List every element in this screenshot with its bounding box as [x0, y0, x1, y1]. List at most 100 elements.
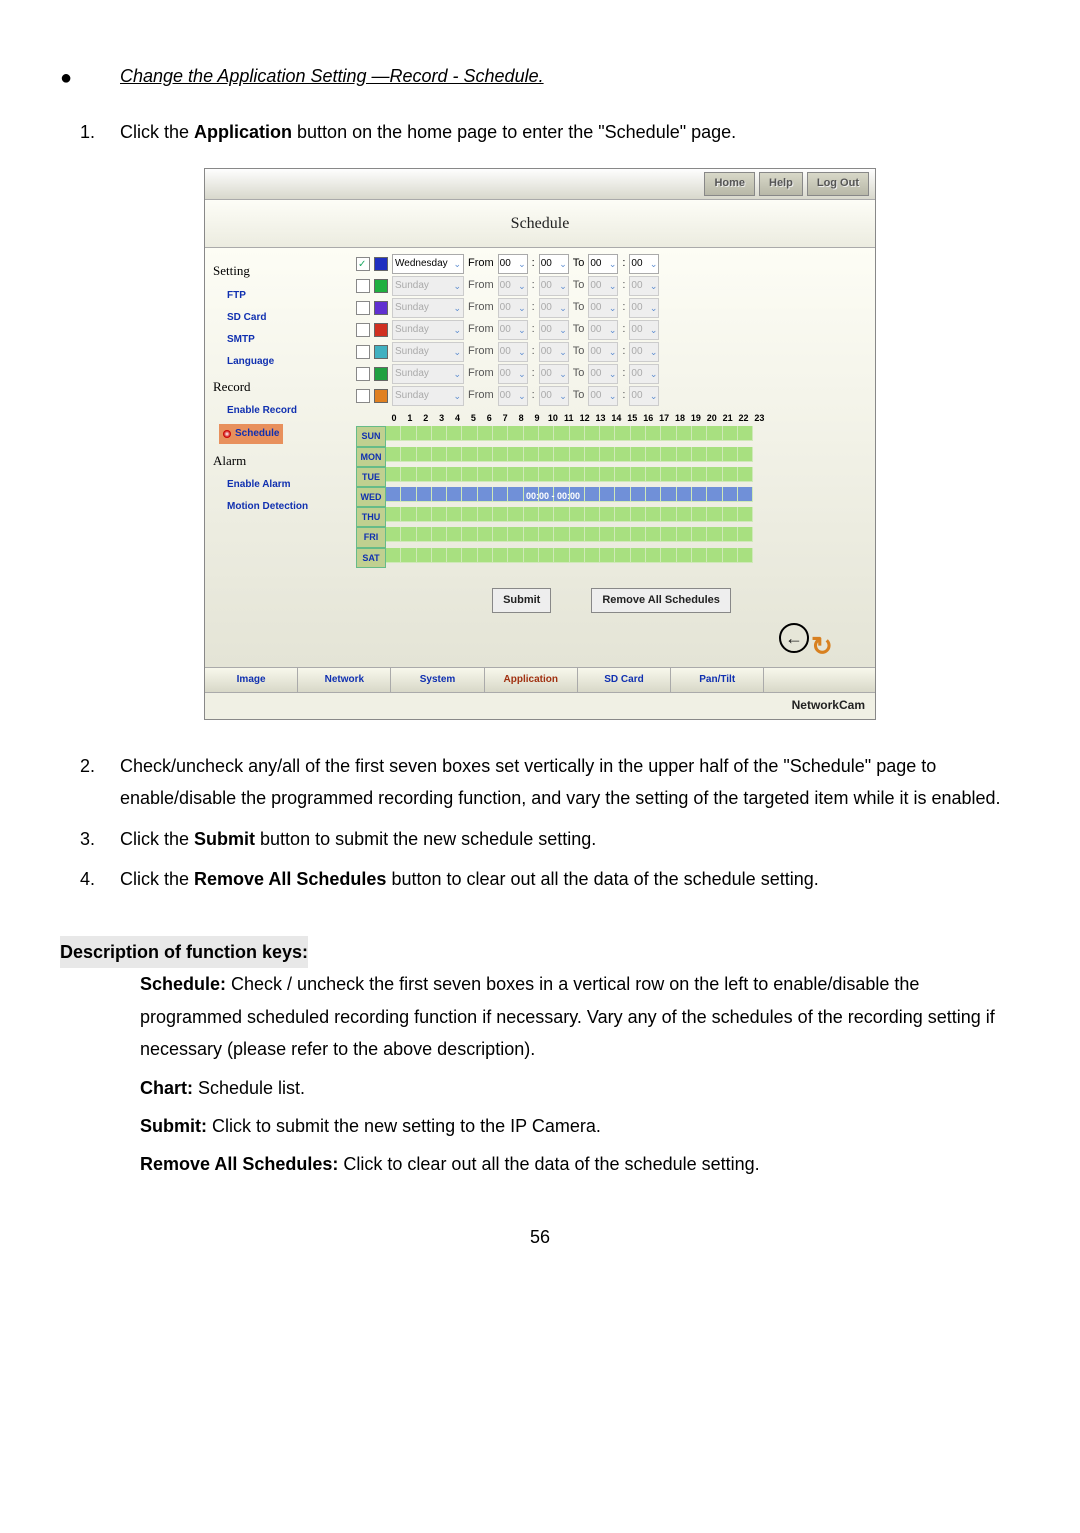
sidebar-sdcard[interactable]: SD Card [227, 309, 348, 327]
sidebar-smtp[interactable]: SMTP [227, 331, 348, 349]
to-min[interactable]: 00⌄ [629, 364, 659, 384]
grid-cell[interactable] [386, 487, 401, 502]
grid-cell[interactable] [738, 447, 753, 462]
grid-cell[interactable] [417, 447, 432, 462]
grid-cell[interactable] [615, 507, 630, 522]
grid-cell[interactable] [570, 548, 585, 563]
grid-cell[interactable] [386, 426, 401, 441]
grid-cell[interactable] [493, 487, 508, 502]
from-min[interactable]: 00⌄ [539, 254, 569, 274]
sidebar-enable-alarm[interactable]: Enable Alarm [227, 476, 348, 494]
grid-cell[interactable] [493, 447, 508, 462]
to-min[interactable]: 00⌄ [629, 276, 659, 296]
grid-cell[interactable] [677, 507, 692, 522]
grid-cell[interactable] [646, 527, 661, 542]
from-hour[interactable]: 00⌄ [498, 298, 528, 318]
grid-cell[interactable] [723, 487, 738, 502]
grid-cell[interactable] [677, 426, 692, 441]
grid-cell[interactable] [661, 487, 676, 502]
grid-cell[interactable] [462, 527, 477, 542]
grid-cell[interactable] [707, 487, 722, 502]
grid-cell[interactable] [723, 447, 738, 462]
day-select[interactable]: Sunday⌄ [392, 298, 464, 318]
sidebar-ftp[interactable]: FTP [227, 287, 348, 305]
to-hour[interactable]: 00⌄ [588, 276, 618, 296]
grid-cell[interactable] [462, 426, 477, 441]
grid-cell[interactable] [539, 447, 554, 462]
grid-cell[interactable] [539, 527, 554, 542]
grid-cell[interactable] [631, 447, 646, 462]
grid-cell[interactable] [493, 548, 508, 563]
grid-cell[interactable] [508, 467, 523, 482]
grid-cell[interactable] [447, 507, 462, 522]
grid-cell[interactable] [661, 426, 676, 441]
day-select[interactable]: Sunday⌄ [392, 386, 464, 406]
to-hour[interactable]: 00⌄ [588, 386, 618, 406]
grid-cell[interactable] [677, 487, 692, 502]
from-min[interactable]: 00⌄ [539, 320, 569, 340]
tab-system[interactable]: System [391, 668, 484, 692]
remove-all-button[interactable]: Remove All Schedules [591, 588, 731, 614]
grid-cell[interactable] [432, 487, 447, 502]
grid-cell[interactable] [646, 467, 661, 482]
grid-cell[interactable] [493, 507, 508, 522]
grid-cell[interactable] [447, 487, 462, 502]
grid-cell[interactable] [631, 507, 646, 522]
from-min[interactable]: 00⌄ [539, 342, 569, 362]
grid-cell[interactable] [508, 487, 523, 502]
grid-cell[interactable] [707, 548, 722, 563]
grid-cell[interactable] [554, 507, 569, 522]
grid-cell[interactable] [478, 527, 493, 542]
tab-sd-card[interactable]: SD Card [578, 668, 671, 692]
grid-cell[interactable] [738, 527, 753, 542]
row-checkbox[interactable] [356, 389, 370, 403]
grid-cell[interactable] [646, 426, 661, 441]
grid-cell[interactable] [615, 426, 630, 441]
grid-cell[interactable] [386, 527, 401, 542]
grid-cell[interactable] [539, 548, 554, 563]
grid-cell[interactable] [432, 507, 447, 522]
grid-cell[interactable] [723, 467, 738, 482]
grid-cell[interactable] [508, 527, 523, 542]
grid-cell[interactable] [417, 548, 432, 563]
grid-cell[interactable] [600, 467, 615, 482]
grid-cell[interactable] [661, 507, 676, 522]
grid-cell[interactable] [386, 548, 401, 563]
grid-cell[interactable] [554, 527, 569, 542]
grid-cell[interactable] [692, 447, 707, 462]
grid-cell[interactable] [417, 487, 432, 502]
grid-cell[interactable] [462, 507, 477, 522]
grid-cell[interactable] [524, 447, 539, 462]
grid-cell[interactable] [615, 527, 630, 542]
row-checkbox[interactable] [356, 257, 370, 271]
grid-cell[interactable] [631, 426, 646, 441]
from-hour[interactable]: 00⌄ [498, 342, 528, 362]
grid-cell[interactable] [738, 426, 753, 441]
grid-cell[interactable] [447, 467, 462, 482]
grid-cell[interactable] [524, 527, 539, 542]
grid-cell[interactable] [600, 487, 615, 502]
grid-cell[interactable] [585, 426, 600, 441]
grid-cell[interactable] [401, 527, 416, 542]
grid-cell[interactable] [447, 426, 462, 441]
grid-cell[interactable] [462, 548, 477, 563]
grid-cell[interactable] [386, 507, 401, 522]
grid-cell[interactable] [692, 548, 707, 563]
grid-cell[interactable] [600, 527, 615, 542]
row-checkbox[interactable] [356, 279, 370, 293]
grid-cell[interactable] [462, 487, 477, 502]
grid-cell[interactable] [692, 487, 707, 502]
grid-cell[interactable] [539, 507, 554, 522]
grid-cell[interactable] [707, 527, 722, 542]
grid-cell[interactable] [554, 467, 569, 482]
grid-cell[interactable] [554, 548, 569, 563]
grid-cell[interactable] [585, 467, 600, 482]
grid-cell[interactable] [631, 487, 646, 502]
grid-cell[interactable] [447, 447, 462, 462]
from-hour[interactable]: 00⌄ [498, 276, 528, 296]
grid-cell[interactable] [707, 426, 722, 441]
grid-cell[interactable] [707, 447, 722, 462]
submit-button[interactable]: Submit [492, 588, 551, 614]
home-button[interactable]: Home [704, 172, 755, 196]
grid-cell[interactable] [738, 467, 753, 482]
